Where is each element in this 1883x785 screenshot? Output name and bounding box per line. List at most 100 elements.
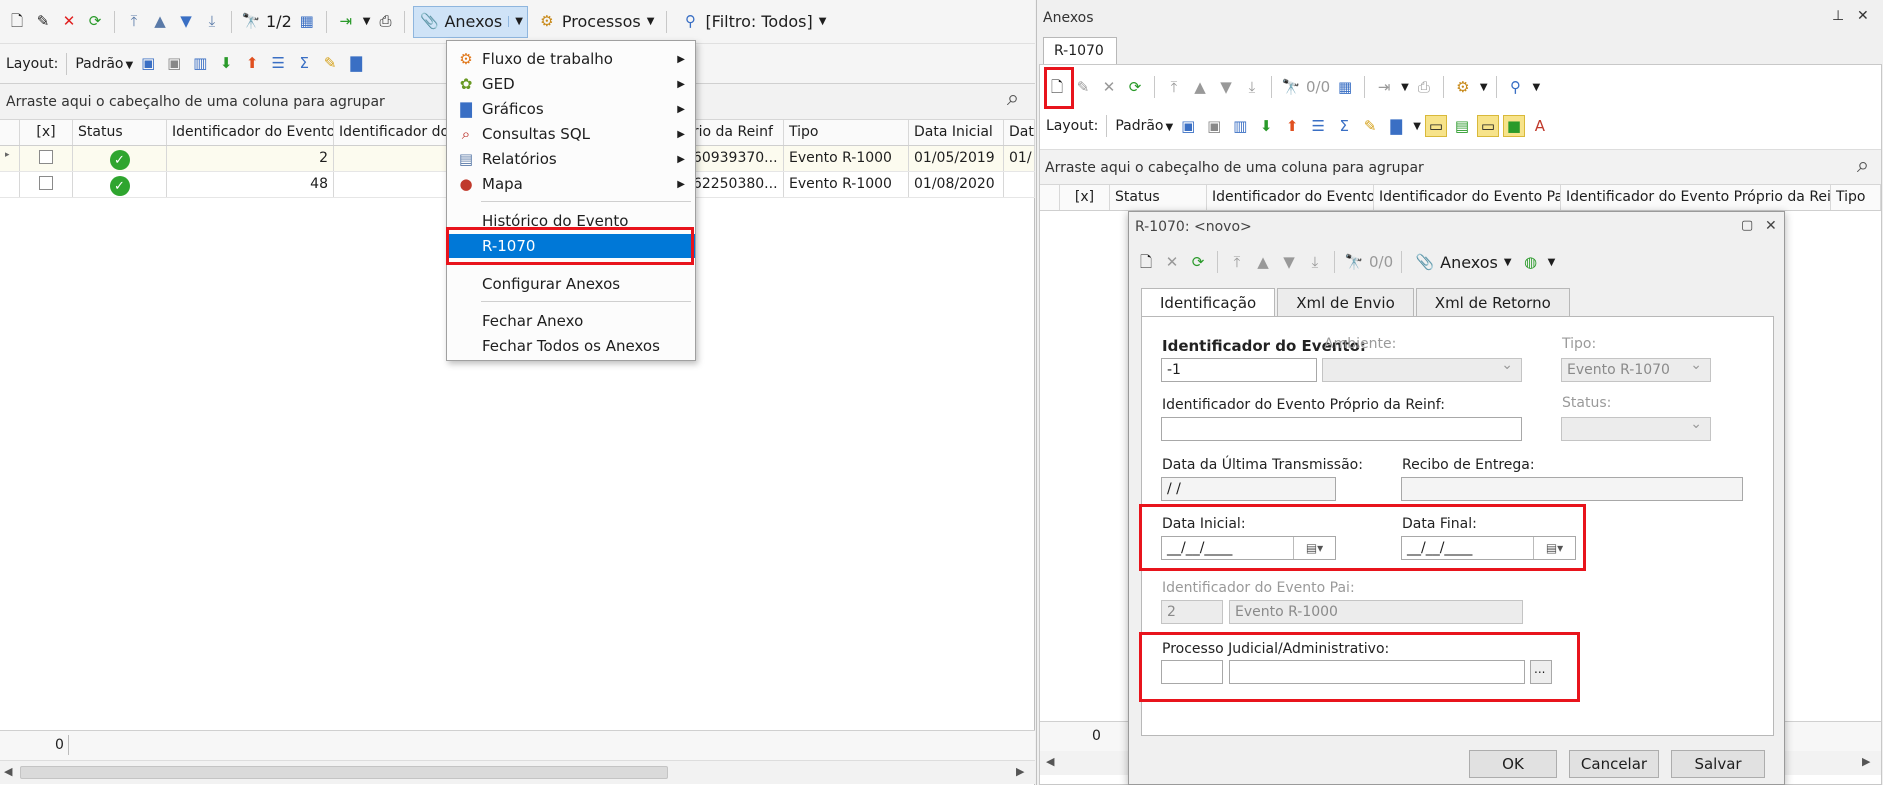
- highlight-icon[interactable]: ✎: [319, 53, 341, 75]
- new-record-icon[interactable]: 🗋: [1135, 251, 1157, 273]
- delete-icon[interactable]: ✕: [58, 11, 80, 33]
- find-icon[interactable]: 🔭: [240, 11, 262, 33]
- filter-icon[interactable]: ⚲: [1505, 76, 1527, 98]
- find-icon[interactable]: 🔭: [1343, 251, 1365, 273]
- scroll-left-icon[interactable]: ◀: [1046, 755, 1054, 768]
- delete-icon[interactable]: ✕: [1161, 251, 1183, 273]
- export-icon[interactable]: ⬇: [1255, 115, 1277, 137]
- restore-layout-icon[interactable]: ▣: [1203, 115, 1225, 137]
- scroll-right-icon[interactable]: ▶: [1862, 755, 1870, 768]
- tab-xml-retorno[interactable]: Xml de Retorno: [1415, 288, 1570, 316]
- column-header-select[interactable]: [x]: [1060, 185, 1110, 210]
- refresh-icon[interactable]: ⟳: [1187, 251, 1209, 273]
- group-icon[interactable]: ☰: [267, 53, 289, 75]
- event-id-field[interactable]: -1: [1161, 358, 1317, 382]
- find-icon[interactable]: 🔭: [1280, 76, 1302, 98]
- previous-record-icon[interactable]: ▲: [1252, 251, 1274, 273]
- column-header-status[interactable]: Status: [1110, 185, 1207, 210]
- chevron-down-icon[interactable]: ▼: [1548, 257, 1556, 268]
- print-icon[interactable]: ⎙: [1413, 76, 1435, 98]
- first-record-icon[interactable]: ⤒: [123, 11, 145, 33]
- view-mode-icon[interactable]: ▭: [1424, 115, 1447, 137]
- ambiente-select[interactable]: [1322, 358, 1522, 382]
- gears-icon[interactable]: ⚙: [1452, 76, 1474, 98]
- view-cards-icon[interactable]: ▭: [1476, 115, 1499, 137]
- filter-button[interactable]: ⚲ [Filtro: Todos] ▼: [675, 11, 830, 33]
- parent-event-id-field[interactable]: 2: [1161, 600, 1223, 624]
- scroll-left-icon[interactable]: ◀: [4, 765, 12, 778]
- refresh-icon[interactable]: ⟳: [1124, 76, 1146, 98]
- menu-item-ged[interactable]: ✿ GED ▶: [447, 72, 695, 96]
- tab-xml-envio[interactable]: Xml de Envio: [1277, 288, 1414, 316]
- column-header-event-id[interactable]: Identificador do Evento: [1207, 185, 1374, 210]
- bar-chart-icon[interactable]: ▇: [345, 53, 367, 75]
- column-header-start-date[interactable]: Data Inicial: [909, 120, 1004, 145]
- last-record-icon[interactable]: ⤓: [1241, 76, 1263, 98]
- menu-item-mapa[interactable]: ● Mapa ▶: [447, 172, 695, 196]
- chevron-down-icon[interactable]: ▼: [1401, 82, 1409, 93]
- menu-item-relatorios[interactable]: ▤ Relatórios ▶: [447, 147, 695, 171]
- highlight-icon[interactable]: ✎: [1359, 115, 1381, 137]
- restore-layout-icon[interactable]: ▣: [163, 53, 185, 75]
- horizontal-scrollbar[interactable]: ◀ ▶: [0, 760, 1035, 784]
- column-header-type[interactable]: Tipo: [1831, 185, 1881, 210]
- column-header-select[interactable]: [x]: [20, 120, 73, 145]
- globe-icon[interactable]: ◍: [1520, 251, 1542, 273]
- refresh-icon[interactable]: ⟳: [84, 11, 106, 33]
- column-header-date[interactable]: Dat: [1004, 120, 1035, 145]
- last-record-icon[interactable]: ⤓: [201, 11, 223, 33]
- group-icon[interactable]: ☰: [1307, 115, 1329, 137]
- menu-item-consultas-sql[interactable]: ⌕ Consultas SQL ▶: [447, 122, 695, 146]
- next-record-icon[interactable]: ▼: [1278, 251, 1300, 273]
- menu-item-configurar-anexos[interactable]: Configurar Anexos: [447, 272, 695, 296]
- upload-icon[interactable]: ⬆: [241, 53, 263, 75]
- column-header-type[interactable]: Tipo: [784, 120, 909, 145]
- cancel-button[interactable]: Cancelar: [1569, 750, 1659, 778]
- upload-icon[interactable]: ⬆: [1281, 115, 1303, 137]
- columns-icon[interactable]: ▥: [189, 53, 211, 75]
- import-dropdown-icon[interactable]: ▼: [363, 16, 371, 27]
- save-layout-icon[interactable]: ▣: [137, 53, 159, 75]
- row-checkbox[interactable]: [39, 176, 53, 190]
- close-icon[interactable]: ✕: [1765, 218, 1777, 234]
- chevron-down-icon[interactable]: ▼: [1533, 82, 1541, 93]
- last-record-icon[interactable]: ⤓: [1304, 251, 1326, 273]
- anexos-menu-button[interactable]: 📎 Anexos ▼: [413, 5, 528, 38]
- print-icon[interactable]: ⎙: [374, 11, 396, 33]
- view-green-icon[interactable]: ■: [1502, 115, 1525, 137]
- column-header-parent-event-id[interactable]: Identificador do Evento Pai: [1374, 185, 1561, 210]
- column-header-event-id[interactable]: Identificador do Evento: [167, 120, 334, 145]
- maximize-icon[interactable]: ▢: [1741, 218, 1753, 233]
- layout-preset-dropdown[interactable]: Padrão ▼: [75, 56, 133, 72]
- save-layout-icon[interactable]: ▣: [1177, 115, 1199, 137]
- export-icon[interactable]: ⬇: [215, 53, 237, 75]
- first-record-icon[interactable]: ⤒: [1226, 251, 1248, 273]
- text-format-icon[interactable]: A: [1529, 115, 1551, 137]
- view-list-icon[interactable]: ▤: [1451, 115, 1473, 137]
- chevron-down-icon[interactable]: ▼: [1480, 82, 1488, 93]
- column-header-reinf-id[interactable]: Identificador do Evento Próprio da Reinf: [1561, 185, 1831, 210]
- calendar-grid-icon[interactable]: ▦: [1334, 76, 1356, 98]
- group-by-area[interactable]: Arraste aqui o cabeçalho de uma coluna p…: [1040, 149, 1881, 185]
- menu-item-fechar-anexo[interactable]: Fechar Anexo: [447, 309, 695, 333]
- new-record-icon[interactable]: 🗋: [6, 11, 28, 33]
- edit-record-icon[interactable]: ✎: [1072, 76, 1094, 98]
- processos-menu-button[interactable]: ⚙ Processos ▼: [532, 11, 659, 33]
- calendar-grid-icon[interactable]: ▦: [296, 11, 318, 33]
- first-record-icon[interactable]: ⤒: [1163, 76, 1185, 98]
- next-record-icon[interactable]: ▼: [175, 11, 197, 33]
- column-header-event-id-2[interactable]: Identificador do E: [334, 120, 454, 145]
- import-icon[interactable]: ⇥: [335, 11, 357, 33]
- chevron-down-icon[interactable]: ▼: [1413, 121, 1421, 132]
- close-icon[interactable]: ✕: [1857, 8, 1869, 24]
- columns-icon[interactable]: ▥: [1229, 115, 1251, 137]
- layout-preset-dropdown[interactable]: Padrão ▼: [1115, 118, 1173, 134]
- tab-r1070[interactable]: R-1070: [1043, 37, 1117, 65]
- edit-record-icon[interactable]: ✎: [32, 11, 54, 33]
- anexos-menu-button[interactable]: 📎 Anexos ▼: [1410, 251, 1515, 273]
- tipo-select[interactable]: Evento R-1070: [1561, 358, 1711, 382]
- row-checkbox-cell[interactable]: [20, 172, 73, 197]
- column-header-reinf[interactable]: prio da Reinf: [684, 120, 784, 145]
- import-icon[interactable]: ⇥: [1373, 76, 1395, 98]
- column-header-status[interactable]: Status: [73, 120, 167, 145]
